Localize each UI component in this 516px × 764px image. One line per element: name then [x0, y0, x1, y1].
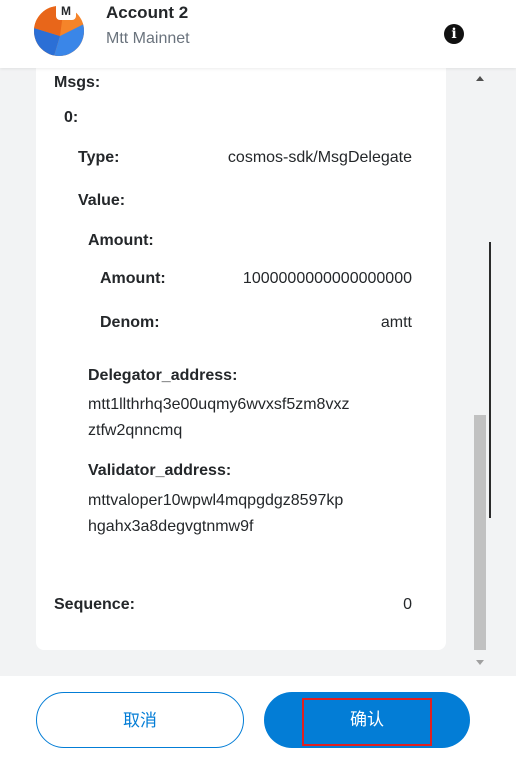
account-header: M Account 2 Mtt Mainnet i: [0, 0, 516, 68]
network-name: Mtt Mainnet: [106, 30, 190, 47]
delegator-address-label: Delegator_address:: [88, 367, 238, 384]
validator-address-value: mttvaloper10wpwl4mqpgdgz8597kp hgahx3a8d…: [88, 488, 428, 540]
sequence-label: Sequence:: [54, 596, 135, 613]
account-name: Account 2: [106, 3, 189, 22]
info-icon[interactable]: i: [444, 24, 464, 44]
confirm-button[interactable]: 确认: [264, 692, 470, 748]
msgs-label: Msgs:: [54, 74, 101, 91]
vertical-scrollbar[interactable]: [472, 68, 488, 676]
type-value: cosmos-sdk/MsgDelegate: [227, 149, 412, 166]
validator-address-line: hgahx3a8degvgtnmw9f: [88, 518, 254, 535]
scroll-up-arrow-icon[interactable]: [476, 76, 484, 81]
delegator-address-line: mtt1llthrhq3e00uqmy6wvxsf5zm8vxz: [88, 396, 350, 413]
scroll-divider-line: [489, 242, 491, 518]
denom-label: Denom:: [100, 314, 160, 331]
network-badge: M: [56, 2, 76, 20]
action-footer: 取消 确认: [0, 676, 516, 764]
amount-value: 1000000000000000000: [242, 270, 412, 287]
amount-label: Amount:: [100, 270, 166, 287]
delegator-address-value: mtt1llthrhq3e00uqmy6wvxsf5zm8vxz ztfw2qn…: [88, 392, 428, 444]
denom-value: amtt: [380, 314, 412, 331]
amount-group-label: Amount:: [88, 232, 154, 249]
scrollbar-thumb[interactable]: [474, 415, 486, 650]
delegator-address-line: ztfw2qnncmq: [88, 422, 183, 439]
msg-index-label: 0:: [64, 109, 79, 126]
value-label: Value:: [78, 192, 126, 209]
validator-address-label: Validator_address:: [88, 462, 232, 479]
scroll-down-arrow-icon[interactable]: [476, 660, 484, 665]
sequence-value: 0: [403, 596, 412, 613]
validator-address-line: mttvaloper10wpwl4mqpgdgz8597kp: [88, 492, 344, 509]
cancel-button[interactable]: 取消: [36, 692, 244, 748]
transaction-details-scroll[interactable]: Msgs: 0: Type: cosmos-sdk/MsgDelegate Va…: [0, 68, 516, 676]
type-label: Type:: [78, 149, 120, 166]
transaction-details-card: Msgs: 0: Type: cosmos-sdk/MsgDelegate Va…: [36, 68, 446, 650]
